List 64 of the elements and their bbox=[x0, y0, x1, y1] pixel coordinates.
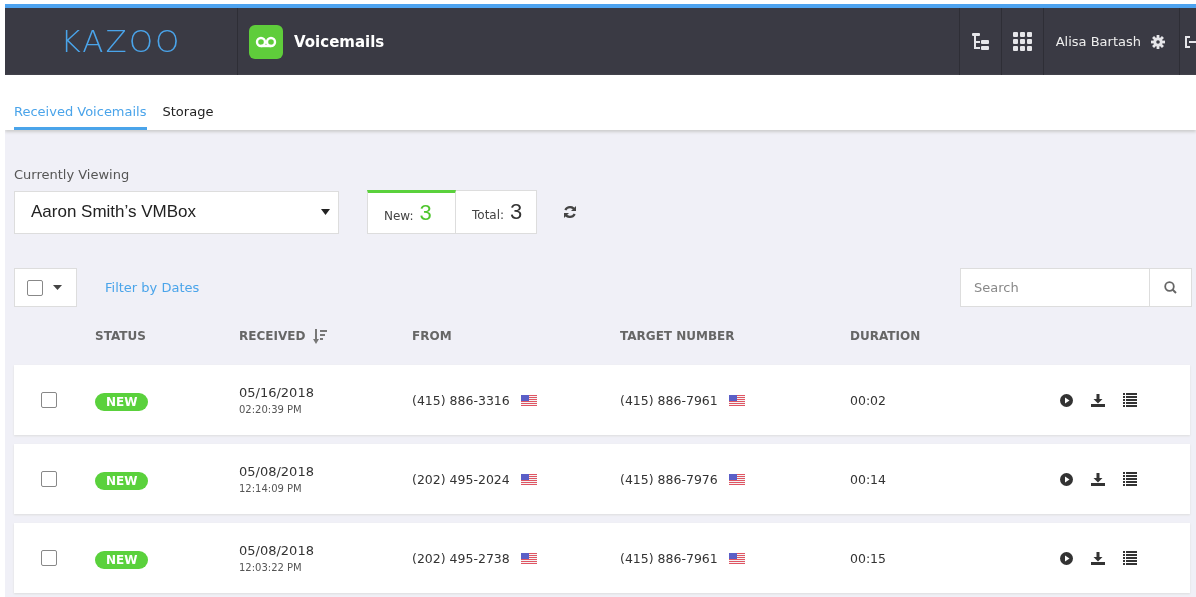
status-badge: NEW bbox=[95, 392, 149, 411]
caller-number: (202) 495-2738 bbox=[412, 550, 510, 566]
column-header: STATUS bbox=[95, 329, 147, 343]
caret-icon[interactable] bbox=[53, 285, 62, 290]
checkbox[interactable] bbox=[27, 279, 43, 296]
status-badge: NEW bbox=[95, 550, 149, 569]
checkbox[interactable] bbox=[41, 471, 57, 487]
apps-grid-icon[interactable] bbox=[1012, 32, 1032, 51]
column-header: DURATION bbox=[850, 329, 922, 343]
voicemail-icon[interactable] bbox=[249, 24, 283, 59]
column-header[interactable]: RECEIVED bbox=[239, 329, 306, 343]
status-badge: NEW bbox=[95, 471, 149, 490]
play-icon[interactable] bbox=[1060, 551, 1073, 565]
search-field[interactable]: Search bbox=[960, 268, 1150, 307]
received-date: 05/08/2018 bbox=[239, 464, 315, 479]
flag-icon bbox=[728, 552, 745, 564]
list-icon[interactable] bbox=[1123, 393, 1137, 407]
column-header: FROM bbox=[412, 329, 453, 343]
refresh-icon[interactable] bbox=[563, 205, 578, 219]
search-button[interactable] bbox=[1150, 268, 1192, 307]
download-icon[interactable] bbox=[1091, 551, 1105, 565]
flag-icon bbox=[520, 394, 537, 406]
user-name[interactable]: Alisa Bartash bbox=[1055, 34, 1141, 49]
target-number: (415) 886-7976 bbox=[620, 471, 718, 487]
flag-icon bbox=[728, 394, 745, 406]
received-time: 12:03:22 PM bbox=[239, 562, 303, 573]
list-icon[interactable] bbox=[1123, 472, 1137, 486]
duration: 00:15 bbox=[850, 550, 888, 566]
count-value: 3 bbox=[419, 200, 432, 226]
play-icon[interactable] bbox=[1060, 472, 1073, 486]
received-time: 02:20:39 PM bbox=[239, 404, 303, 415]
download-icon[interactable] bbox=[1091, 472, 1105, 486]
checkbox[interactable] bbox=[41, 550, 57, 566]
duration: 00:02 bbox=[850, 392, 888, 408]
duration: 00:14 bbox=[850, 471, 888, 487]
caret-icon[interactable] bbox=[321, 209, 330, 215]
caller-number: (415) 886-3316 bbox=[412, 392, 510, 408]
flag-icon bbox=[728, 473, 745, 485]
app-title: Voicemails bbox=[294, 32, 385, 51]
search-icon bbox=[1164, 281, 1177, 294]
download-icon[interactable] bbox=[1091, 393, 1105, 407]
mailbox-dropdown[interactable]: Aaron Smith’s VMBox bbox=[14, 190, 339, 234]
field-label: Currently Viewing bbox=[14, 167, 131, 182]
received-date: 05/08/2018 bbox=[239, 543, 315, 558]
settings-icon[interactable] bbox=[1151, 34, 1165, 49]
received-date: 05/16/2018 bbox=[239, 385, 315, 400]
checkbox[interactable] bbox=[41, 392, 57, 408]
logout-icon[interactable] bbox=[1184, 34, 1196, 49]
count-label: Total: bbox=[472, 207, 505, 222]
count-label: New: bbox=[384, 208, 414, 223]
list-icon[interactable] bbox=[1123, 551, 1137, 565]
play-icon[interactable] bbox=[1060, 393, 1073, 407]
target-number: (415) 886-7961 bbox=[620, 392, 718, 408]
tab[interactable]: Storage bbox=[162, 104, 214, 130]
flag-icon bbox=[520, 473, 537, 485]
target-number: (415) 886-7961 bbox=[620, 550, 718, 566]
logo: KAZOO bbox=[60, 24, 182, 59]
count-value: 3 bbox=[510, 199, 523, 225]
sort-icon[interactable] bbox=[313, 328, 328, 344]
column-header: TARGET NUMBER bbox=[620, 329, 736, 343]
caller-number: (202) 495-2024 bbox=[412, 471, 510, 487]
received-time: 12:14:09 PM bbox=[239, 483, 303, 494]
flag-icon bbox=[520, 552, 537, 564]
hierarchy-icon[interactable] bbox=[971, 32, 990, 51]
